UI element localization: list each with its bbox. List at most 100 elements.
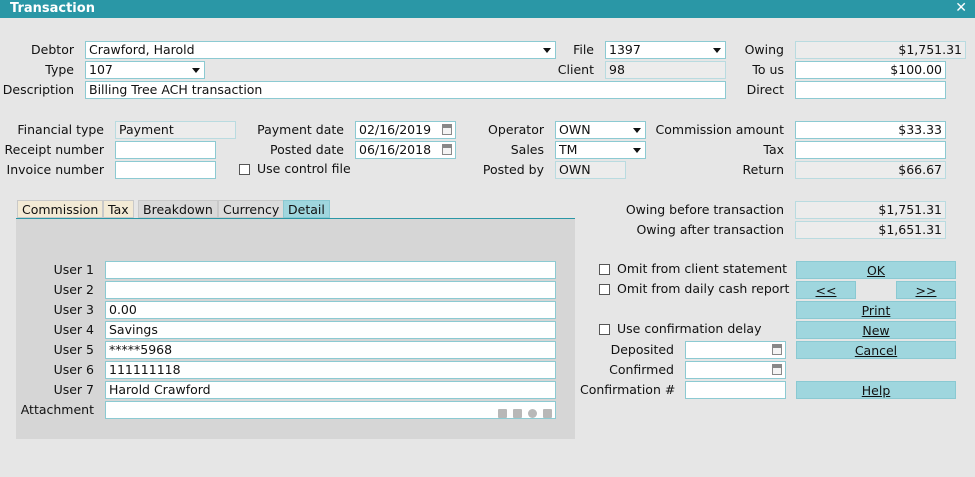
user7-input[interactable]: Harold Crawford xyxy=(105,381,556,399)
attachment-input[interactable] xyxy=(105,401,556,419)
debtor-label: Debtor xyxy=(31,42,74,57)
tab-breakdown[interactable]: Breakdown xyxy=(138,200,218,218)
commission-amount-label: Commission amount xyxy=(655,122,784,137)
debtor-select[interactable]: Crawford, Harold xyxy=(85,41,556,59)
deposited-input[interactable] xyxy=(685,341,786,359)
ok-button[interactable]: OK xyxy=(796,261,956,279)
calendar-icon[interactable] xyxy=(442,124,452,135)
user5-input[interactable]: *****5968 xyxy=(105,341,556,359)
use-control-file-label: Use control file xyxy=(257,161,351,176)
tab-tax[interactable]: Tax xyxy=(103,200,134,218)
financial-type-field: Payment xyxy=(115,121,236,139)
sales-label: Sales xyxy=(510,142,544,157)
user1-input[interactable] xyxy=(105,261,556,279)
cancel-button[interactable]: Cancel xyxy=(796,341,956,359)
ok-button-label: OK xyxy=(866,263,886,278)
user1-label: User 1 xyxy=(53,262,94,277)
owing-label: Owing xyxy=(744,42,784,57)
type-value: 107 xyxy=(89,62,113,77)
file-label: File xyxy=(573,42,594,57)
calendar-icon[interactable] xyxy=(442,144,452,155)
to-us-label: To us xyxy=(752,62,784,77)
return-field: $66.67 xyxy=(795,161,946,179)
direct-input[interactable] xyxy=(795,81,946,99)
owing-before-label: Owing before transaction xyxy=(625,202,784,217)
close-icon[interactable]: ✕ xyxy=(955,0,967,16)
user3-label: User 3 xyxy=(53,302,94,317)
tax-label: Tax xyxy=(763,142,784,157)
calendar-icon[interactable] xyxy=(772,344,782,355)
tab-commission[interactable]: Commission xyxy=(17,200,104,218)
help-button[interactable]: Help xyxy=(796,381,956,399)
use-control-file-checkbox[interactable] xyxy=(239,164,250,175)
omit-daily-cash-label: Omit from daily cash report xyxy=(617,281,790,296)
user4-input[interactable]: Savings xyxy=(105,321,556,339)
window-title: Transaction xyxy=(10,1,95,16)
confirmation-number-input[interactable] xyxy=(685,381,786,399)
previous-button[interactable]: << xyxy=(796,281,856,299)
next-button[interactable]: >> xyxy=(896,281,956,299)
omit-daily-cash-checkbox[interactable] xyxy=(599,284,610,295)
previous-button-label: << xyxy=(815,283,837,298)
user4-label: User 4 xyxy=(53,322,94,337)
invoice-number-input[interactable] xyxy=(115,161,216,179)
financial-type-label: Financial type xyxy=(17,122,104,137)
user5-label: User 5 xyxy=(53,342,94,357)
type-label: Type xyxy=(45,62,74,77)
user3-input[interactable]: 0.00 xyxy=(105,301,556,319)
description-input[interactable]: Billing Tree ACH transaction xyxy=(85,81,726,99)
confirmed-input[interactable] xyxy=(685,361,786,379)
operator-value: OWN xyxy=(559,122,591,137)
owing-after-field: $1,651.31 xyxy=(795,221,946,239)
user2-label: User 2 xyxy=(53,282,94,297)
confirmation-number-label: Confirmation # xyxy=(580,382,676,397)
commission-amount-input[interactable]: $33.33 xyxy=(795,121,946,139)
sales-select[interactable]: TM xyxy=(555,141,646,159)
attachment-actions xyxy=(492,406,552,418)
return-label: Return xyxy=(742,162,784,177)
new-button-label: New xyxy=(862,323,890,338)
client-field: 98 xyxy=(605,61,726,79)
use-confirmation-delay-label: Use confirmation delay xyxy=(617,321,762,336)
user2-input[interactable] xyxy=(105,281,556,299)
file-select[interactable]: 1397 xyxy=(605,41,726,59)
posted-date-input[interactable]: 06/16/2018 xyxy=(355,141,456,159)
search-icon[interactable] xyxy=(543,409,552,418)
owing-before-field: $1,751.31 xyxy=(795,201,946,219)
client-label: Client xyxy=(557,62,594,77)
payment-date-label: Payment date xyxy=(257,122,344,137)
posted-by-field: OWN xyxy=(555,161,626,179)
print-icon[interactable] xyxy=(513,409,522,418)
attachment-label: Attachment xyxy=(20,402,94,417)
print-button[interactable]: Print xyxy=(796,301,956,319)
direct-label: Direct xyxy=(746,82,784,97)
calendar-icon[interactable] xyxy=(772,364,782,375)
tab-currency[interactable]: Currency xyxy=(218,200,285,218)
posted-date-value: 06/16/2018 xyxy=(359,142,432,157)
payment-date-value: 02/16/2019 xyxy=(359,122,432,137)
posted-by-label: Posted by xyxy=(482,162,544,177)
use-confirmation-delay-checkbox[interactable] xyxy=(599,324,610,335)
folder-icon[interactable] xyxy=(498,409,507,418)
cancel-button-label: Cancel xyxy=(854,343,898,358)
invoice-number-label: Invoice number xyxy=(6,162,104,177)
operator-select[interactable]: OWN xyxy=(555,121,646,139)
chevron-down-icon xyxy=(192,68,200,73)
print-button-label: Print xyxy=(861,303,891,318)
posted-date-label: Posted date xyxy=(270,142,344,157)
confirmed-label: Confirmed xyxy=(609,362,674,377)
new-button[interactable]: New xyxy=(796,321,956,339)
tax-input[interactable] xyxy=(795,141,946,159)
payment-date-input[interactable]: 02/16/2019 xyxy=(355,121,456,139)
tab-detail[interactable]: Detail xyxy=(283,200,330,218)
sales-value: TM xyxy=(559,142,578,157)
omit-client-statement-checkbox[interactable] xyxy=(599,264,610,275)
delete-icon[interactable] xyxy=(528,409,537,418)
type-select[interactable]: 107 xyxy=(85,61,205,79)
receipt-number-input[interactable] xyxy=(115,141,216,159)
title-bar: Transaction ✕ xyxy=(0,0,975,18)
deposited-label: Deposited xyxy=(610,342,674,357)
to-us-input[interactable]: $100.00 xyxy=(795,61,946,79)
description-label: Description xyxy=(2,82,74,97)
user6-input[interactable]: 111111118 xyxy=(105,361,556,379)
